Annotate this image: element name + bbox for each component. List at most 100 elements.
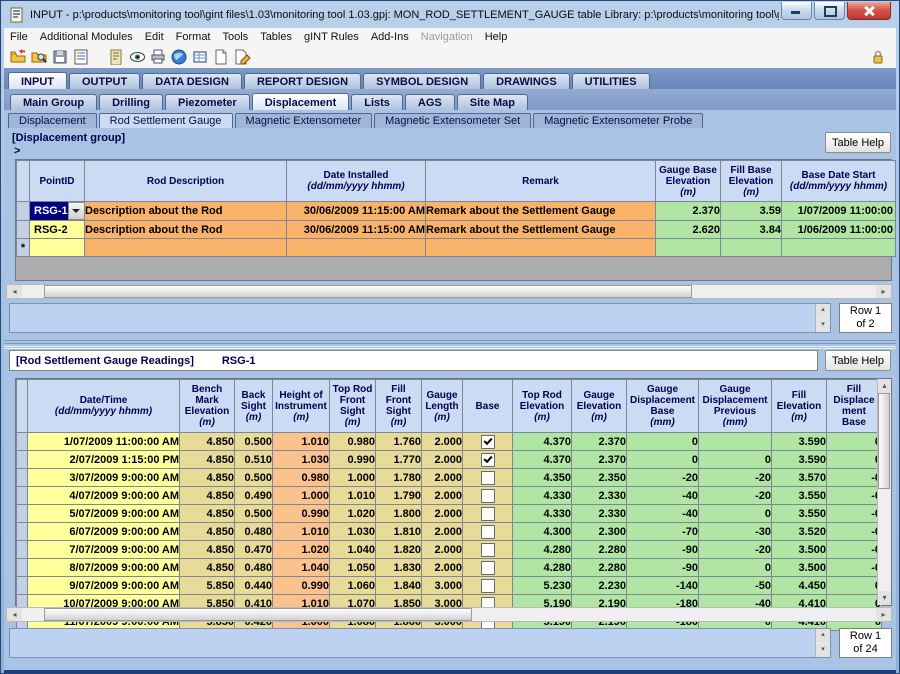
scroll-thumb[interactable] bbox=[44, 608, 472, 621]
reading-tre-cell[interactable]: 4.350 bbox=[513, 469, 572, 487]
reading-bench-cell[interactable]: 4.850 bbox=[180, 487, 235, 505]
reading-fdb-cell[interactable]: 0 bbox=[827, 433, 882, 451]
menu-item-add-ins[interactable]: Add-Ins bbox=[365, 30, 415, 44]
expand-chevron[interactable]: > bbox=[14, 145, 20, 157]
tab-displacement[interactable]: Displacement bbox=[8, 113, 97, 128]
reading-fdb-cell[interactable]: -0 bbox=[827, 505, 882, 523]
tab-output[interactable]: OUTPUT bbox=[69, 73, 140, 89]
reading-back-cell[interactable]: 0.500 bbox=[235, 505, 273, 523]
scroll-down-icon[interactable]: ▾ bbox=[878, 591, 891, 605]
tab-lists[interactable]: Lists bbox=[351, 94, 403, 110]
reading-trfs-cell[interactable]: 1.060 bbox=[330, 577, 376, 595]
tab-rod-settlement-gauge[interactable]: Rod Settlement Gauge bbox=[99, 113, 233, 128]
tab-magnetic-extensometer-set[interactable]: Magnetic Extensometer Set bbox=[374, 113, 531, 128]
minimize-button[interactable] bbox=[781, 2, 812, 20]
reading-fdb-cell[interactable]: -0 bbox=[827, 523, 882, 541]
reading-ffs-cell[interactable]: 1.780 bbox=[376, 469, 422, 487]
scroll-thumb[interactable] bbox=[44, 285, 692, 298]
gauge-base-elevation-cell[interactable] bbox=[656, 239, 721, 257]
rod-description-cell[interactable]: Description about the Rod bbox=[85, 202, 287, 221]
readings-vertical-scrollbar[interactable]: ▴▾ bbox=[877, 379, 891, 605]
reading-fe-cell[interactable]: 3.550 bbox=[772, 505, 827, 523]
scroll-right-icon[interactable]: ▸ bbox=[876, 285, 891, 298]
reading-tre-cell[interactable]: 4.280 bbox=[513, 541, 572, 559]
table-row[interactable]: 1/07/2009 11:00:00 AM4.8500.5001.0100.98… bbox=[17, 433, 882, 451]
reading-date-cell[interactable]: 4/07/2009 9:00:00 AM bbox=[28, 487, 180, 505]
reading-fdb-cell[interactable]: -0 bbox=[827, 469, 882, 487]
reading-gdb-cell[interactable]: 0 bbox=[627, 433, 699, 451]
reading-date-cell[interactable]: 7/07/2009 9:00:00 AM bbox=[28, 541, 180, 559]
checkbox-unchecked-icon[interactable] bbox=[481, 507, 495, 521]
reading-ge-cell[interactable]: 2.330 bbox=[572, 505, 627, 523]
tab-main-group[interactable]: Main Group bbox=[10, 94, 97, 110]
reading-bench-cell[interactable]: 4.850 bbox=[180, 523, 235, 541]
fill-base-elevation-cell[interactable]: 3.59 bbox=[721, 202, 782, 221]
reading-fe-cell[interactable]: 3.550 bbox=[772, 487, 827, 505]
table-help-button-group[interactable]: Table Help bbox=[825, 132, 891, 153]
pointid-cell[interactable]: RSG-1 bbox=[30, 202, 85, 221]
row-selector[interactable] bbox=[17, 433, 28, 451]
base-date-start-cell[interactable]: 1/06/2009 11:00:00 bbox=[782, 221, 896, 239]
close-button[interactable] bbox=[847, 2, 891, 20]
row-selector[interactable] bbox=[17, 487, 28, 505]
reading-trfs-cell[interactable]: 1.010 bbox=[330, 487, 376, 505]
checkbox-unchecked-icon[interactable] bbox=[481, 525, 495, 539]
reading-base-cell[interactable] bbox=[463, 451, 513, 469]
reading-glen-cell[interactable]: 2.000 bbox=[422, 505, 463, 523]
reading-glen-cell[interactable]: 3.000 bbox=[422, 577, 463, 595]
reading-trfs-cell[interactable]: 1.050 bbox=[330, 559, 376, 577]
reading-hoi-cell[interactable]: 0.990 bbox=[273, 505, 330, 523]
reading-fe-cell[interactable]: 3.590 bbox=[772, 433, 827, 451]
fill-base-elevation-cell[interactable]: 3.84 bbox=[721, 221, 782, 239]
reading-gdp-cell[interactable]: -20 bbox=[699, 541, 772, 559]
table-row[interactable]: 4/07/2009 9:00:00 AM4.8500.4901.0001.010… bbox=[17, 487, 882, 505]
reading-fdb-cell[interactable]: 0 bbox=[827, 577, 882, 595]
new-document-icon[interactable] bbox=[211, 47, 231, 67]
row-selector[interactable] bbox=[17, 469, 28, 487]
reading-fe-cell[interactable]: 3.570 bbox=[772, 469, 827, 487]
scroll-right-icon[interactable]: ▸ bbox=[876, 608, 891, 621]
tab-data-design[interactable]: DATA DESIGN bbox=[142, 73, 242, 89]
tab-drawings[interactable]: DRAWINGS bbox=[483, 73, 570, 89]
reading-back-cell[interactable]: 0.500 bbox=[235, 433, 273, 451]
menu-item-gint-rules[interactable]: gINT Rules bbox=[298, 30, 365, 44]
row-selector[interactable] bbox=[17, 202, 30, 221]
reading-bench-cell[interactable]: 4.850 bbox=[180, 469, 235, 487]
menu-item-tables[interactable]: Tables bbox=[254, 30, 298, 44]
reading-ffs-cell[interactable]: 1.830 bbox=[376, 559, 422, 577]
reading-fdb-cell[interactable]: 0 bbox=[827, 451, 882, 469]
reading-fe-cell[interactable]: 3.590 bbox=[772, 451, 827, 469]
remark-cell[interactable]: Remark about the Settlement Gauge bbox=[426, 202, 656, 221]
reading-trfs-cell[interactable]: 1.000 bbox=[330, 469, 376, 487]
reading-trfs-cell[interactable]: 1.020 bbox=[330, 505, 376, 523]
pointid-cell[interactable]: RSG-2 bbox=[30, 221, 85, 239]
reading-hoi-cell[interactable]: 1.000 bbox=[273, 487, 330, 505]
checkbox-unchecked-icon[interactable] bbox=[481, 579, 495, 593]
rod-description-cell[interactable] bbox=[85, 239, 287, 257]
reading-date-cell[interactable]: 8/07/2009 9:00:00 AM bbox=[28, 559, 180, 577]
row-selector[interactable] bbox=[17, 451, 28, 469]
tab-input[interactable]: INPUT bbox=[8, 72, 67, 89]
reading-glen-cell[interactable]: 2.000 bbox=[422, 433, 463, 451]
reading-hoi-cell[interactable]: 1.010 bbox=[273, 523, 330, 541]
reading-fdb-cell[interactable]: -0 bbox=[827, 487, 882, 505]
description-box[interactable]: ▴ ▾ bbox=[9, 303, 831, 333]
reading-tre-cell[interactable]: 4.370 bbox=[513, 433, 572, 451]
reading-tre-cell[interactable]: 5.230 bbox=[513, 577, 572, 595]
gauge-base-elevation-cell[interactable]: 2.620 bbox=[656, 221, 721, 239]
row-selector[interactable] bbox=[17, 221, 30, 239]
table-row[interactable]: 3/07/2009 9:00:00 AM4.8500.5000.9801.000… bbox=[17, 469, 882, 487]
browse-files-icon[interactable] bbox=[29, 47, 49, 67]
reading-trfs-cell[interactable]: 1.040 bbox=[330, 541, 376, 559]
row-selector[interactable] bbox=[17, 523, 28, 541]
reading-gdb-cell[interactable]: -90 bbox=[627, 559, 699, 577]
reading-back-cell[interactable]: 0.490 bbox=[235, 487, 273, 505]
tab-drilling[interactable]: Drilling bbox=[99, 94, 163, 110]
tab-utilities[interactable]: UTILITIES bbox=[572, 73, 650, 89]
reading-glen-cell[interactable]: 2.000 bbox=[422, 523, 463, 541]
reading-gdp-cell[interactable]: 0 bbox=[699, 505, 772, 523]
menu-item-edit[interactable]: Edit bbox=[139, 30, 170, 44]
checkbox-unchecked-icon[interactable] bbox=[481, 489, 495, 503]
reading-tre-cell[interactable]: 4.330 bbox=[513, 487, 572, 505]
pointid-dropdown-icon[interactable] bbox=[68, 202, 85, 220]
